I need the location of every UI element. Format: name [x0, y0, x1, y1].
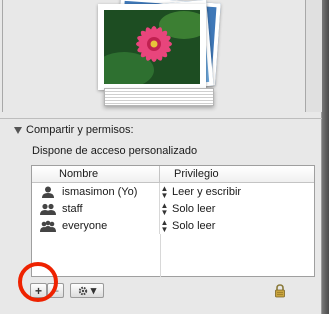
column-header-name[interactable]: Nombre [32, 166, 160, 182]
column-header-privilege[interactable]: Privilegio [160, 166, 314, 182]
disclosure-triangle-icon[interactable] [14, 126, 22, 134]
permissions-table-header: Nombre Privilegio [32, 166, 314, 183]
privilege-select[interactable]: ▲ ▼ Solo leer [160, 217, 314, 234]
folder-preview-image [90, 0, 225, 112]
up-down-arrows-icon: ▲ ▼ [160, 183, 169, 200]
user-name: staff [62, 202, 83, 215]
highlight-circle-annotation [18, 262, 58, 302]
lock-icon[interactable] [273, 284, 287, 298]
permissions-table: Nombre Privilegio ismasimon (Yo) ▲ ▼ Leer… [31, 165, 315, 277]
gear-icon [78, 286, 87, 295]
privilege-value: Solo leer [172, 219, 216, 232]
chevron-down-icon: ▾ [90, 285, 97, 297]
up-down-arrows-icon: ▲ ▼ [160, 217, 169, 234]
window-edge [322, 0, 329, 314]
up-down-arrows-icon: ▲ ▼ [160, 200, 169, 217]
everyone-icon [40, 220, 56, 232]
privilege-value: Solo leer [172, 202, 216, 215]
user-name: everyone [62, 219, 108, 232]
preview-frame-right [305, 0, 322, 112]
sharing-section-title: Compartir y permisos: [26, 124, 134, 136]
sharing-section-header[interactable]: Compartir y permisos: [14, 123, 134, 137]
get-info-panel: Compartir y permisos: Dispone de acceso … [0, 0, 322, 314]
privilege-value: Leer y escribir [172, 185, 242, 198]
section-divider [0, 118, 322, 119]
privilege-select[interactable]: ▲ ▼ Leer y escribir [160, 183, 314, 200]
photo-front-flower [98, 4, 206, 90]
preview-frame-left [0, 0, 3, 112]
table-row[interactable]: staff ▲ ▼ Solo leer [32, 200, 314, 217]
access-status-text: Dispone de acceso personalizado [32, 145, 198, 157]
user-name: ismasimon (Yo) [62, 185, 138, 198]
column-divider [160, 234, 161, 277]
single-user-icon [42, 186, 54, 198]
privilege-select[interactable]: ▲ ▼ Solo leer [160, 200, 314, 217]
table-row[interactable]: everyone ▲ ▼ Solo leer [32, 217, 314, 234]
group-icon [40, 203, 56, 215]
table-row[interactable]: ismasimon (Yo) ▲ ▼ Leer y escribir [32, 183, 314, 200]
photo-stack-edge [104, 88, 214, 106]
action-menu-button[interactable]: ▾ [70, 283, 104, 298]
